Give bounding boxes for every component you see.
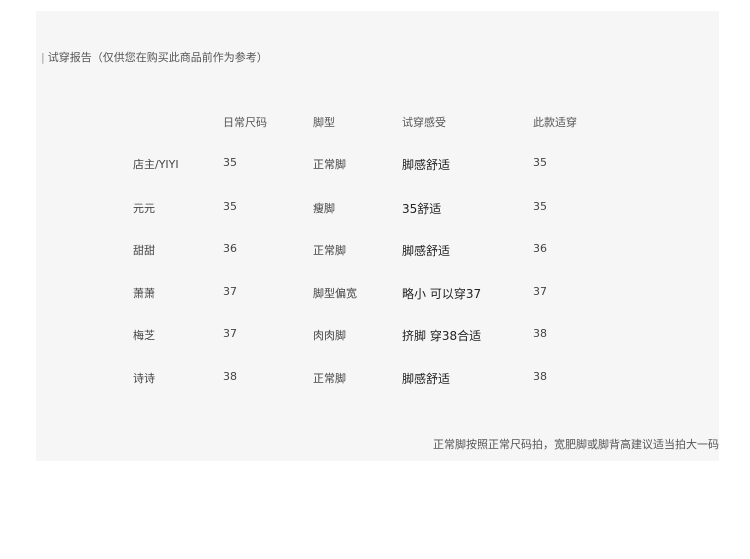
section-title: | 试穿报告（仅供您在购买此商品前作为参考）: [41, 49, 268, 65]
header-foot-type: 脚型: [313, 116, 335, 129]
row-name: 梅芝: [133, 329, 155, 342]
row-foot: 正常脚: [313, 372, 346, 385]
row-fit: 38: [533, 327, 547, 340]
section-title-text: 试穿报告（仅供您在购买此商品前作为参考）: [47, 51, 268, 64]
row-size: 35: [223, 200, 237, 213]
row-name: 诗诗: [133, 372, 155, 385]
row-feel: 脚感舒适: [402, 244, 451, 258]
size-report-panel: | 试穿报告（仅供您在购买此商品前作为参考） 日常尺码 脚型 试穿感受 此款适穿 …: [36, 11, 719, 461]
row-foot: 肉肉脚: [313, 329, 346, 342]
footer-note: 正常脚按照正常尺码拍，宽肥脚或脚背高建议适当拍大一码: [433, 438, 719, 451]
row-feel: 脚感舒适: [402, 372, 451, 386]
row-feel: 脚感舒适: [402, 158, 451, 172]
row-fit: 35: [533, 156, 547, 169]
row-fit: 36: [533, 242, 547, 255]
row-size: 37: [223, 285, 237, 298]
row-size: 37: [223, 327, 237, 340]
row-foot: 瘦脚: [313, 202, 335, 215]
title-bar-icon: |: [41, 51, 45, 64]
row-name: 元元: [133, 202, 155, 215]
row-fit: 38: [533, 370, 547, 383]
row-name: 店主/YIYI: [133, 158, 179, 171]
row-name: 萧萧: [133, 287, 155, 300]
row-feel: 略小 可以穿37: [402, 287, 482, 301]
header-try-feel: 试穿感受: [402, 116, 446, 129]
row-feel: 35舒适: [402, 202, 442, 216]
row-size: 38: [223, 370, 237, 383]
row-name: 甜甜: [133, 244, 155, 257]
header-daily-size: 日常尺码: [223, 116, 267, 129]
row-feel: 挤脚 穿38合适: [402, 329, 482, 343]
row-foot: 正常脚: [313, 244, 346, 257]
row-fit: 35: [533, 200, 547, 213]
row-foot: 脚型偏宽: [313, 287, 357, 300]
row-size: 36: [223, 242, 237, 255]
row-foot: 正常脚: [313, 158, 346, 171]
header-fit-size: 此款适穿: [533, 116, 577, 129]
row-fit: 37: [533, 285, 547, 298]
row-size: 35: [223, 156, 237, 169]
